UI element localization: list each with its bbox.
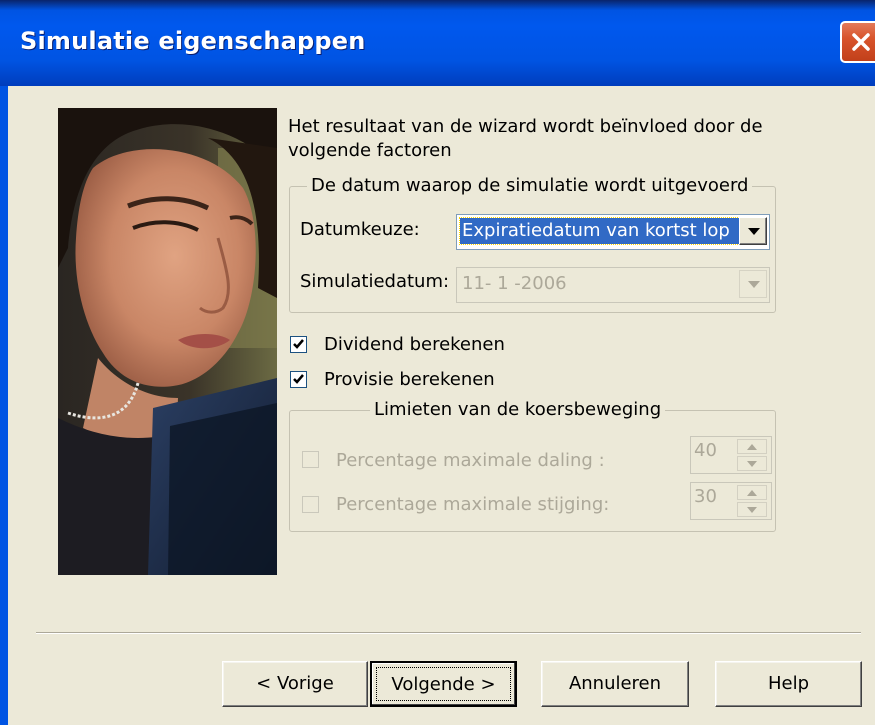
dividend-checkbox[interactable] [290, 336, 307, 353]
help-button-label: Help [767, 673, 810, 694]
cancel-button-label: Annuleren [568, 673, 662, 694]
datumkeuze-dropdown-button[interactable] [739, 217, 767, 245]
spin-up-icon [747, 490, 757, 496]
datumkeuze-label: Datumkeuze: [300, 219, 420, 240]
daling-spin-up[interactable] [737, 439, 767, 454]
intro-text-line1: Het resultaat van de wizard wordt beïnvl… [288, 116, 763, 137]
daling-spinbox[interactable]: 40 [690, 436, 772, 474]
stijging-spin-down[interactable] [737, 502, 767, 517]
daling-value: 40 [694, 440, 717, 461]
intro-text-line2: volgende factoren [288, 140, 452, 161]
spin-down-icon [747, 507, 757, 513]
date-groupbox-title: De datum waarop de simulatie wordt uitge… [307, 175, 753, 196]
stijging-checkbox[interactable] [302, 496, 319, 513]
title-bar[interactable]: Simulatie eigenschappen [0, 0, 875, 86]
simulatiedatum-label: Simulatiedatum: [300, 271, 450, 292]
checkmark-icon [293, 374, 304, 384]
next-button-label: Volgende > [391, 674, 496, 695]
dividend-label[interactable]: Dividend berekenen [324, 334, 505, 355]
cancel-button[interactable]: Annuleren [541, 661, 689, 707]
datumkeuze-value: Expiratiedatum van kortst lop [459, 217, 740, 245]
daling-label[interactable]: Percentage maximale daling : [336, 450, 605, 471]
next-button[interactable]: Volgende > [370, 661, 517, 707]
simulatiedatum-dropdown-button[interactable] [739, 270, 767, 298]
help-button[interactable]: Help [715, 661, 862, 707]
stijging-value: 30 [694, 486, 717, 507]
dialog-window: Simulatie eigenschappen Het resultaat va… [0, 0, 875, 725]
checkmark-icon [293, 339, 304, 349]
simulatiedatum-value: 11- 1 -2006 [462, 273, 567, 294]
provisie-label[interactable]: Provisie berekenen [324, 369, 495, 390]
button-separator [36, 632, 861, 634]
spin-down-icon [747, 461, 757, 467]
spin-up-icon [747, 444, 757, 450]
provisie-checkbox[interactable] [290, 371, 307, 388]
chevron-down-icon [748, 281, 760, 288]
datumkeuze-combo[interactable]: Expiratiedatum van kortst lop [456, 214, 770, 250]
window-frame-left [0, 86, 8, 725]
back-button-label: < Vorige [256, 673, 334, 694]
close-button[interactable] [840, 21, 875, 63]
simulatiedatum-combo[interactable]: 11- 1 -2006 [456, 267, 770, 303]
close-icon [852, 33, 870, 51]
wizard-photo [58, 108, 277, 575]
back-button[interactable]: < Vorige [222, 661, 368, 707]
daling-spin-down[interactable] [737, 456, 767, 471]
window-title: Simulatie eigenschappen [20, 27, 366, 55]
daling-checkbox[interactable] [302, 451, 319, 468]
stijging-spinbox[interactable]: 30 [690, 482, 772, 520]
limits-groupbox-title: Limieten van de koersbeweging [370, 399, 666, 420]
stijging-label[interactable]: Percentage maximale stijging: [336, 494, 609, 515]
stijging-spin-up[interactable] [737, 485, 767, 500]
chevron-down-icon [748, 228, 760, 235]
